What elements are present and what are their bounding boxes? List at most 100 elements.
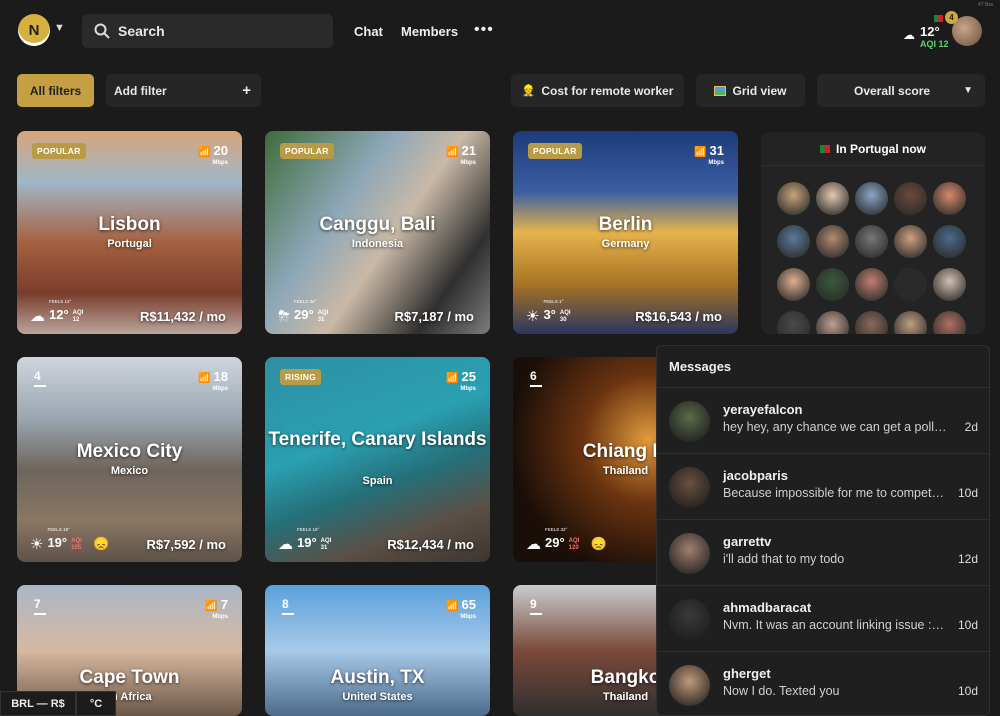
member-avatar[interactable]	[855, 182, 888, 215]
notification-badge: 4	[945, 11, 958, 24]
wifi-speed: 📶 25 Mbps	[446, 368, 476, 392]
wifi-icon: 📶	[446, 147, 459, 158]
messages-title: Messages	[657, 346, 989, 388]
all-filters-button[interactable]: All filters	[17, 74, 94, 107]
message-time: 12d	[957, 552, 978, 566]
message-item[interactable]: gherget Now I do. Texted you 10d	[657, 652, 989, 715]
wifi-speed: 📶 18 Mbps	[198, 368, 228, 392]
city-name: Berlin	[598, 214, 653, 235]
search-input[interactable]: Search	[82, 14, 333, 48]
city-price: R$11,432 / mo	[140, 309, 226, 324]
unit-selector[interactable]: °C	[76, 691, 116, 716]
card-rank: 4	[34, 369, 46, 387]
member-avatar[interactable]	[777, 311, 810, 334]
search-icon	[94, 23, 110, 39]
city-price: R$7,592 / mo	[146, 537, 227, 552]
cost-remote-worker-button[interactable]: 👷 Cost for remote worker	[511, 74, 684, 107]
wifi-mbps: 20	[213, 143, 228, 158]
portugal-flag-icon	[934, 15, 943, 22]
message-time: 2d	[964, 420, 978, 434]
city-card[interactable]: POPULAR 📶 31 Mbps Berlin Germany ☀ FEELS 1° 3°…	[513, 131, 738, 334]
city-temp: 3°	[543, 307, 556, 322]
feels-like: FEELS 1°	[543, 299, 564, 304]
city-temp: 12°	[49, 307, 69, 322]
weather-icon: ☁	[30, 308, 45, 325]
message-item[interactable]: ahmadbaracat Nvm. It was an account link…	[657, 586, 989, 652]
message-avatar	[669, 467, 710, 508]
member-avatar[interactable]	[894, 311, 927, 334]
member-avatar[interactable]	[777, 182, 810, 215]
city-card[interactable]: 4 📶 18 Mbps Mexico City Mexico ☀ FEELS 19° 19°…	[17, 357, 242, 562]
card-tag: POPULAR	[32, 143, 86, 159]
city-temp: 29°	[294, 307, 314, 322]
sort-select[interactable]: Overall score ▼	[817, 74, 985, 107]
add-filter-button[interactable]: Add filter +	[106, 74, 261, 107]
message-avatar	[669, 665, 710, 706]
country-name: United States	[342, 691, 413, 703]
city-name: Lisbon	[98, 214, 161, 235]
plus-icon: +	[242, 82, 251, 99]
city-card[interactable]: POPULAR 📶 21 Mbps Canggu, Bali Indonesia ⛈ FE…	[265, 131, 490, 334]
message-time: 10d	[957, 486, 978, 500]
member-avatar[interactable]	[933, 311, 966, 334]
wifi-mbps: 25	[461, 369, 476, 384]
member-avatar[interactable]	[816, 225, 849, 258]
message-sender: gherget	[723, 666, 771, 681]
grid-view-button[interactable]: Grid view	[696, 74, 805, 107]
member-avatar[interactable]	[933, 268, 966, 301]
logo[interactable]: N	[18, 14, 50, 46]
city-temp: 19°	[297, 535, 317, 550]
wifi-unit: Mbps	[212, 386, 228, 392]
member-avatar[interactable]	[855, 225, 888, 258]
member-avatar[interactable]	[816, 268, 849, 301]
member-avatar[interactable]	[894, 182, 927, 215]
wifi-unit: Mbps	[460, 160, 476, 166]
message-preview: hey hey, any chance we can get a poll ap…	[723, 420, 948, 434]
member-avatar[interactable]	[777, 225, 810, 258]
city-aqi: AQI 105	[71, 538, 82, 551]
card-rank: 6	[530, 369, 542, 387]
currency-selector[interactable]: BRL — R$	[0, 691, 76, 716]
message-item[interactable]: yerayefalcon hey hey, any chance we can …	[657, 388, 989, 454]
member-avatar[interactable]	[933, 182, 966, 215]
message-item[interactable]: garrettv i'll add that to my todo 12d	[657, 520, 989, 586]
city-price: R$12,434 / mo	[387, 537, 474, 552]
more-icon[interactable]: •••	[474, 21, 494, 39]
wifi-unit: Mbps	[212, 160, 228, 166]
wifi-mbps: 21	[461, 143, 476, 158]
member-avatar[interactable]	[855, 268, 888, 301]
city-price: R$16,543 / mo	[635, 309, 722, 324]
wifi-unit: Mbps	[708, 160, 724, 166]
message-avatar	[669, 533, 710, 574]
city-name: Mexico City	[76, 441, 183, 462]
wifi-unit: Mbps	[212, 614, 228, 620]
message-avatar	[669, 599, 710, 640]
wifi-mbps: 31	[709, 143, 724, 158]
chevron-down-icon[interactable]: ▼	[54, 22, 65, 34]
city-card[interactable]: RISING 📶 25 Mbps Tenerife, Canary Islands Spa…	[265, 357, 490, 562]
wifi-icon: 📶	[446, 601, 459, 612]
wifi-icon: 📶	[198, 373, 211, 384]
city-card[interactable]: POPULAR 📶 20 Mbps Lisbon Portugal ☁ FEELS 12°…	[17, 131, 242, 334]
city-card[interactable]: 8 📶 65 Mbps Austin, TX United States	[265, 585, 490, 716]
wifi-speed: 📶 20 Mbps	[198, 142, 228, 166]
wifi-speed: 📶 31 Mbps	[694, 142, 724, 166]
member-avatar[interactable]	[816, 182, 849, 215]
nav-members[interactable]: Members	[401, 24, 458, 39]
member-avatar[interactable]	[894, 225, 927, 258]
wifi-speed: 📶 65 Mbps	[446, 596, 476, 620]
card-tag: POPULAR	[280, 143, 334, 159]
member-avatar[interactable]	[855, 311, 888, 334]
weather-widget[interactable]: ☁ 12° AQI 12	[903, 25, 949, 50]
card-rank: 9	[530, 597, 542, 615]
member-avatar[interactable]	[816, 311, 849, 334]
weather-icon: ☀	[526, 308, 540, 325]
weather-icon: ☁	[278, 536, 293, 553]
weather-icon: ☁	[526, 536, 541, 553]
member-avatar[interactable]	[933, 225, 966, 258]
nav-chat[interactable]: Chat	[354, 24, 383, 39]
member-avatar[interactable]	[777, 268, 810, 301]
member-avatar[interactable]	[894, 268, 927, 301]
city-temp: 29°	[545, 535, 565, 550]
message-item[interactable]: jacobparis Because impossible for me to …	[657, 454, 989, 520]
